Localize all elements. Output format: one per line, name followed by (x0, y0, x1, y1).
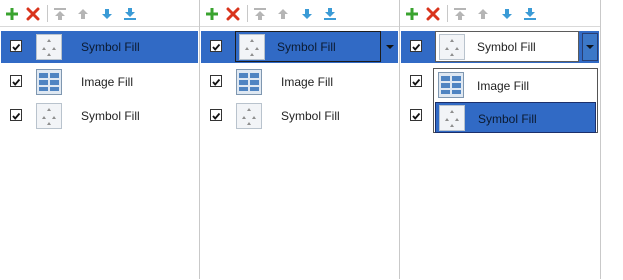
move-up-icon[interactable] (274, 5, 292, 23)
fill-type-combobox[interactable]: Symbol Fill (435, 31, 579, 62)
add-icon[interactable] (3, 5, 21, 23)
toolbar-divider (247, 5, 248, 22)
layer-panel-2: Symbol Fill Image Fill Symbol Fill (200, 0, 400, 279)
move-up-icon[interactable] (74, 5, 92, 23)
layer-toolbar (0, 0, 199, 27)
visibility-checkbox[interactable] (10, 75, 22, 87)
visibility-checkbox[interactable] (210, 75, 222, 87)
layer-label: Image Fill (281, 75, 334, 89)
layer-panel-3: Symbol Fill (400, 0, 601, 279)
combobox-value: Symbol Fill (277, 40, 336, 54)
move-bottom-icon[interactable] (521, 5, 539, 23)
layer-row[interactable]: Image Fill (201, 66, 398, 98)
chevron-down-icon[interactable] (382, 39, 398, 55)
visibility-checkbox[interactable] (210, 109, 222, 121)
layer-toolbar (200, 0, 399, 27)
toolbar-divider (447, 5, 448, 22)
layer-label: Symbol Fill (81, 40, 140, 54)
chevron-down-icon[interactable] (582, 33, 598, 61)
layer-row[interactable]: Symbol Fill (201, 100, 398, 132)
layer-panel-1: Symbol Fill Image Fill Symbol Fill (0, 0, 200, 279)
fill-type-combobox[interactable]: Symbol Fill (235, 31, 381, 62)
visibility-checkbox[interactable] (410, 40, 422, 52)
layer-label: Image Fill (81, 75, 134, 89)
dropdown-option-label: Image Fill (477, 79, 530, 93)
move-down-icon[interactable] (498, 5, 516, 23)
move-down-icon[interactable] (298, 5, 316, 23)
visibility-checkbox[interactable] (210, 40, 222, 52)
symbol-fill-thumbnail (239, 34, 265, 60)
layer-row[interactable]: Symbol Fill (1, 31, 198, 63)
layer-label: Symbol Fill (81, 109, 140, 123)
dropdown-option-image-fill[interactable]: Image Fill (435, 70, 596, 101)
image-fill-thumbnail (236, 69, 262, 95)
visibility-checkbox[interactable] (10, 109, 22, 121)
delete-icon[interactable] (224, 5, 242, 23)
image-fill-thumbnail (438, 72, 464, 98)
symbol-fill-thumbnail (36, 103, 62, 129)
symbol-fill-thumbnail (36, 34, 62, 60)
fill-type-dropdown: Image Fill Symbol Fill (433, 68, 598, 133)
toolbar-divider (47, 5, 48, 22)
symbol-fill-thumbnail (236, 103, 262, 129)
add-icon[interactable] (203, 5, 221, 23)
layer-row[interactable]: Symbol Fill (1, 100, 198, 132)
combobox-value: Symbol Fill (477, 40, 536, 54)
add-icon[interactable] (403, 5, 421, 23)
move-top-icon[interactable] (451, 5, 469, 23)
delete-icon[interactable] (24, 5, 42, 23)
move-bottom-icon[interactable] (121, 5, 139, 23)
layer-row[interactable]: Symbol Fill (401, 31, 599, 63)
visibility-checkbox[interactable] (410, 109, 422, 121)
move-top-icon[interactable] (51, 5, 69, 23)
symbol-fill-thumbnail (439, 34, 465, 60)
move-bottom-icon[interactable] (321, 5, 339, 23)
layer-row[interactable]: Image Fill (1, 66, 198, 98)
layer-row[interactable]: Symbol Fill (201, 31, 398, 63)
delete-icon[interactable] (424, 5, 442, 23)
layer-toolbar (400, 0, 600, 27)
visibility-checkbox[interactable] (410, 75, 422, 87)
move-top-icon[interactable] (251, 5, 269, 23)
move-up-icon[interactable] (474, 5, 492, 23)
move-down-icon[interactable] (98, 5, 116, 23)
dropdown-option-label: Symbol Fill (478, 112, 537, 126)
dropdown-option-symbol-fill[interactable]: Symbol Fill (435, 102, 596, 133)
layer-label: Symbol Fill (281, 109, 340, 123)
visibility-checkbox[interactable] (10, 40, 22, 52)
symbol-fill-thumbnail (439, 105, 465, 131)
image-fill-thumbnail (36, 69, 62, 95)
